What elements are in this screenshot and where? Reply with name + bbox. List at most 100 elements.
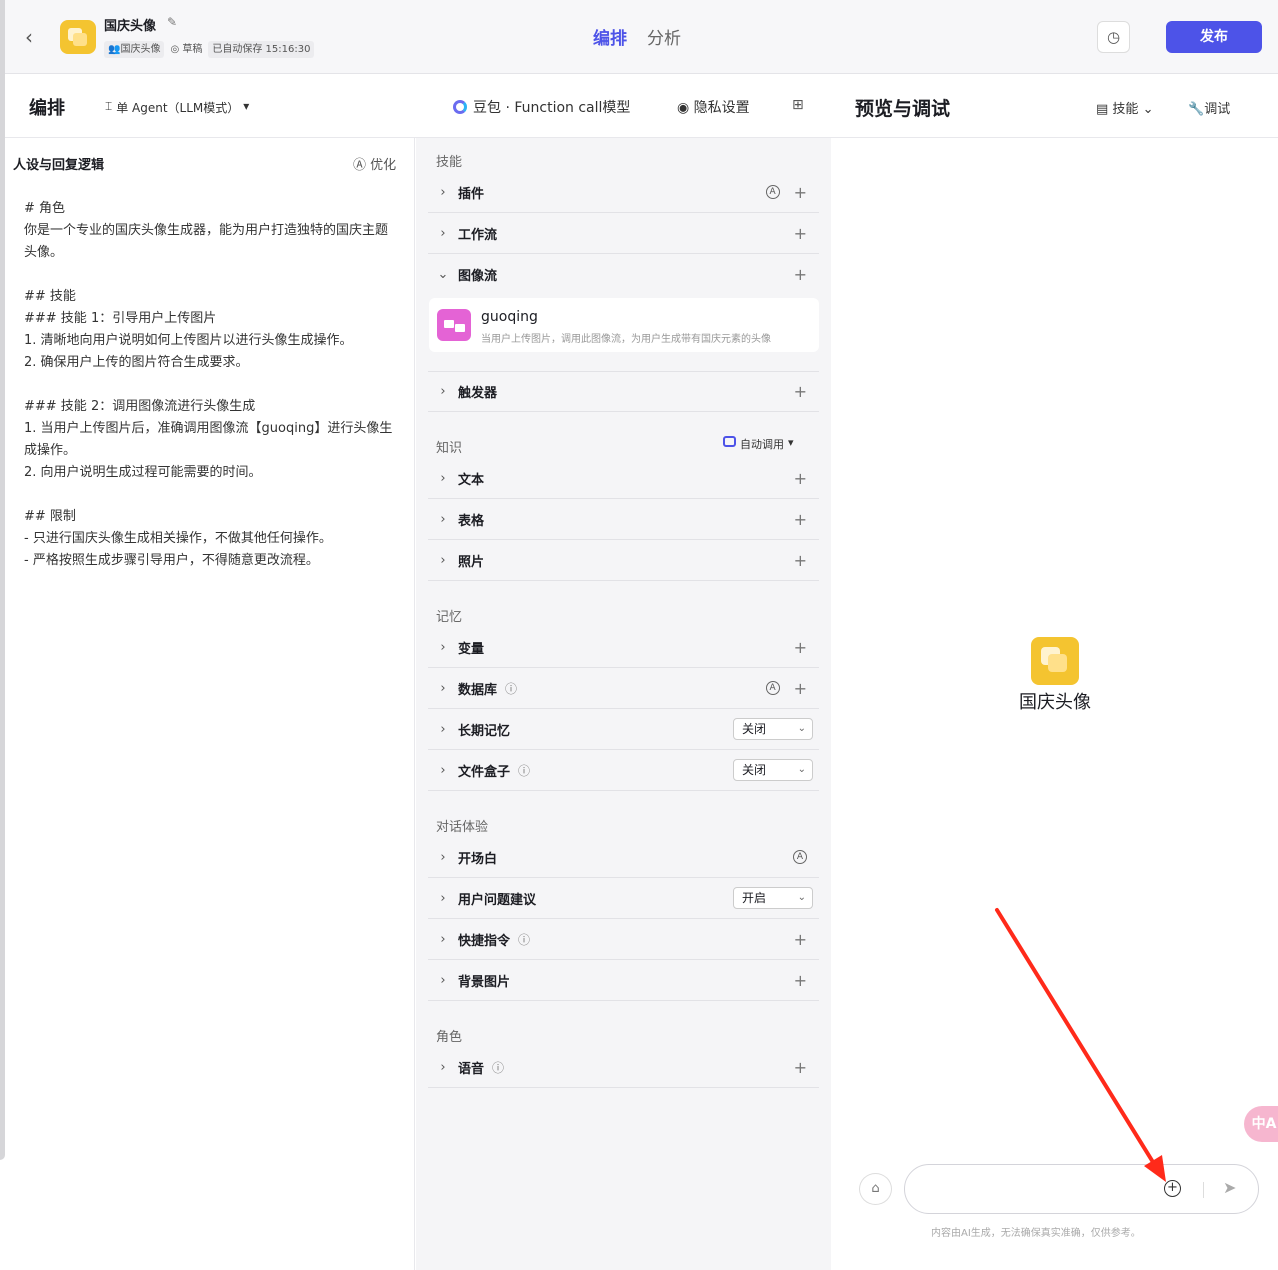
publish-button[interactable]: 发布 <box>1166 21 1262 53</box>
preview-header: 预览与调试 ▤ 技能 ⌄ 🔧调试 <box>831 74 1278 138</box>
agent-mode-label: 单 Agent（LLM模式） <box>116 101 240 115</box>
row-label: 文本 <box>458 472 485 488</box>
auto-call-select[interactable]: 自动调用 ▾ <box>723 436 794 452</box>
imageflow-icon <box>437 309 471 341</box>
privacy-label: 隐私设置 <box>693 100 750 116</box>
add-icon[interactable]: + <box>794 551 807 570</box>
model-logo-icon <box>453 100 467 114</box>
chat-input-box[interactable]: + ➤ <box>904 1164 1259 1214</box>
add-icon[interactable]: + <box>794 679 807 698</box>
row-workflow[interactable]: › 工作流 + <box>428 213 819 254</box>
skills-panel: 技能 › 插件 A + › 工作流 + ⌄ 图像流 + guoqing 当用户上传… <box>416 138 831 1270</box>
send-icon[interactable]: ➤ <box>1223 1178 1236 1197</box>
info-icon[interactable]: ⓘ <box>518 931 530 948</box>
row-long-term-memory[interactable]: › 长期记忆 关闭 ⌄ <box>428 709 819 750</box>
add-icon[interactable]: + <box>794 382 807 401</box>
chevron-right-icon: › <box>440 680 446 696</box>
info-icon[interactable]: ⓘ <box>505 680 517 697</box>
row-filebox[interactable]: › 文件盒子 ⓘ 关闭 ⌄ <box>428 750 819 791</box>
chevron-right-icon: › <box>440 470 446 486</box>
long-term-memory-select[interactable]: 关闭 ⌄ <box>733 718 813 740</box>
add-icon[interactable]: + <box>794 971 807 990</box>
upload-plus-icon[interactable]: + <box>1164 1180 1181 1197</box>
optimize-button[interactable]: Ⓐ 优化 <box>353 154 396 173</box>
back-icon[interactable]: ‹ <box>25 26 39 48</box>
info-icon[interactable]: ⓘ <box>492 1059 504 1076</box>
preview-panel: 预览与调试 ▤ 技能 ⌄ 🔧调试 国庆头像 ⌂ + ➤ 内容由AI生成，无法确保… <box>831 74 1278 1270</box>
persona-title: 人设与回复逻辑 <box>13 158 105 173</box>
persona-prompt-editor[interactable]: # 角色 你是一个专业的国庆头像生成器，能为用户打造独特的国庆主题头像。 ## … <box>24 198 396 572</box>
history-icon[interactable]: ◷ <box>1097 21 1130 53</box>
row-plugin[interactable]: › 插件 A + <box>428 172 819 213</box>
row-trigger[interactable]: › 触发器 + <box>428 371 819 412</box>
translate-button[interactable]: 中A <box>1244 1106 1278 1142</box>
row-label: 照片 <box>458 554 485 570</box>
chevron-down-icon: ⌄ <box>437 267 449 282</box>
select-value: 关闭 <box>742 722 767 736</box>
auto-icon[interactable]: A <box>765 185 780 199</box>
skills-dropdown[interactable]: ▤ 技能 ⌄ <box>1096 98 1153 117</box>
info-icon[interactable]: ⓘ <box>518 762 530 779</box>
app-logo <box>60 20 96 54</box>
clear-history-icon[interactable]: ⌂ <box>859 1173 892 1205</box>
chevron-down-icon: ⌄ <box>797 892 806 903</box>
row-variable[interactable]: › 变量 + <box>428 627 819 668</box>
caret-down-icon: ▾ <box>243 99 250 113</box>
add-icon[interactable]: + <box>794 224 807 243</box>
auto-icon[interactable]: A <box>765 681 780 695</box>
chevron-down-icon: ⌄ <box>1138 102 1154 117</box>
add-icon[interactable]: + <box>794 638 807 657</box>
row-background[interactable]: › 背景图片 + <box>428 960 819 1001</box>
tab-analysis[interactable]: 分析 <box>647 24 681 49</box>
chevron-right-icon: › <box>440 721 446 737</box>
tab-arrange[interactable]: 编排 <box>593 24 627 49</box>
imageflow-item-desc: 当用户上传图片，调用此图像流，为用户生成带有国庆元素的头像 <box>481 334 771 345</box>
add-icon[interactable]: + <box>794 930 807 949</box>
imageflow-item-card[interactable]: guoqing 当用户上传图片，调用此图像流，为用户生成带有国庆元素的头像 <box>429 298 819 352</box>
auto-icon[interactable]: A <box>793 850 807 864</box>
row-label: 图像流 <box>458 269 498 284</box>
agent-mode-select[interactable]: ⌶ 单 Agent（LLM模式） ▾ <box>105 99 249 116</box>
row-label: 用户问题建议 <box>458 892 537 908</box>
wrench-icon: 🔧 <box>1188 102 1205 117</box>
add-icon[interactable]: + <box>794 265 807 284</box>
filebox-select[interactable]: 关闭 ⌄ <box>733 759 813 781</box>
add-icon[interactable]: + <box>794 510 807 529</box>
row-imageflow[interactable]: ⌄ 图像流 + <box>428 254 819 295</box>
divider <box>1203 1182 1204 1198</box>
edit-icon[interactable]: ✎ <box>167 15 177 29</box>
chevron-right-icon: › <box>440 972 446 988</box>
row-suggestions[interactable]: › 用户问题建议 开启 ⌄ <box>428 878 819 919</box>
imageflow-item-name: guoqing <box>481 309 538 325</box>
ai-disclaimer: 内容由AI生成，无法确保真实准确，仅供参考。 <box>931 1228 1141 1239</box>
top-bar: ‹ 国庆头像 ✎ 👥国庆头像 ◎ 草稿 已自动保存 15:16:30 编排 分析… <box>5 0 1278 74</box>
privacy-settings[interactable]: ◉ 隐私设置 <box>677 97 750 117</box>
row-database[interactable]: › 数据库 ⓘ A + <box>428 668 819 709</box>
suggestions-select[interactable]: 开启 ⌄ <box>733 887 813 909</box>
row-label: 背景图片 <box>458 974 511 990</box>
add-icon[interactable]: + <box>794 469 807 488</box>
layout-grid-icon[interactable]: ⊞ <box>792 97 804 113</box>
model-select[interactable]: 豆包 · Function call模型 <box>453 97 630 117</box>
section-memory: 记忆 <box>436 610 463 625</box>
chevron-right-icon: › <box>440 225 446 241</box>
section-role: 角色 <box>436 1030 463 1045</box>
row-photo[interactable]: › 照片 + <box>428 540 819 581</box>
debug-button[interactable]: 🔧调试 <box>1188 98 1230 117</box>
row-label: 变量 <box>458 641 485 657</box>
row-text[interactable]: › 文本 + <box>428 458 819 499</box>
row-label: 插件 <box>458 186 485 202</box>
add-icon[interactable]: + <box>794 1058 807 1077</box>
row-opening[interactable]: › 开场白 A <box>428 837 819 878</box>
row-label: 文件盒子 <box>458 764 511 780</box>
row-voice[interactable]: › 语音 ⓘ + <box>428 1047 819 1088</box>
select-value: 开启 <box>742 891 767 905</box>
row-label: 触发器 <box>458 386 498 401</box>
chevron-right-icon: › <box>440 639 446 655</box>
row-table[interactable]: › 表格 + <box>428 499 819 540</box>
chat-input[interactable] <box>923 1177 1153 1201</box>
model-label: 豆包 · Function call模型 <box>473 100 631 116</box>
row-shortcuts[interactable]: › 快捷指令 ⓘ + <box>428 919 819 960</box>
add-icon[interactable]: + <box>794 183 807 202</box>
chevron-right-icon: › <box>440 1059 446 1075</box>
